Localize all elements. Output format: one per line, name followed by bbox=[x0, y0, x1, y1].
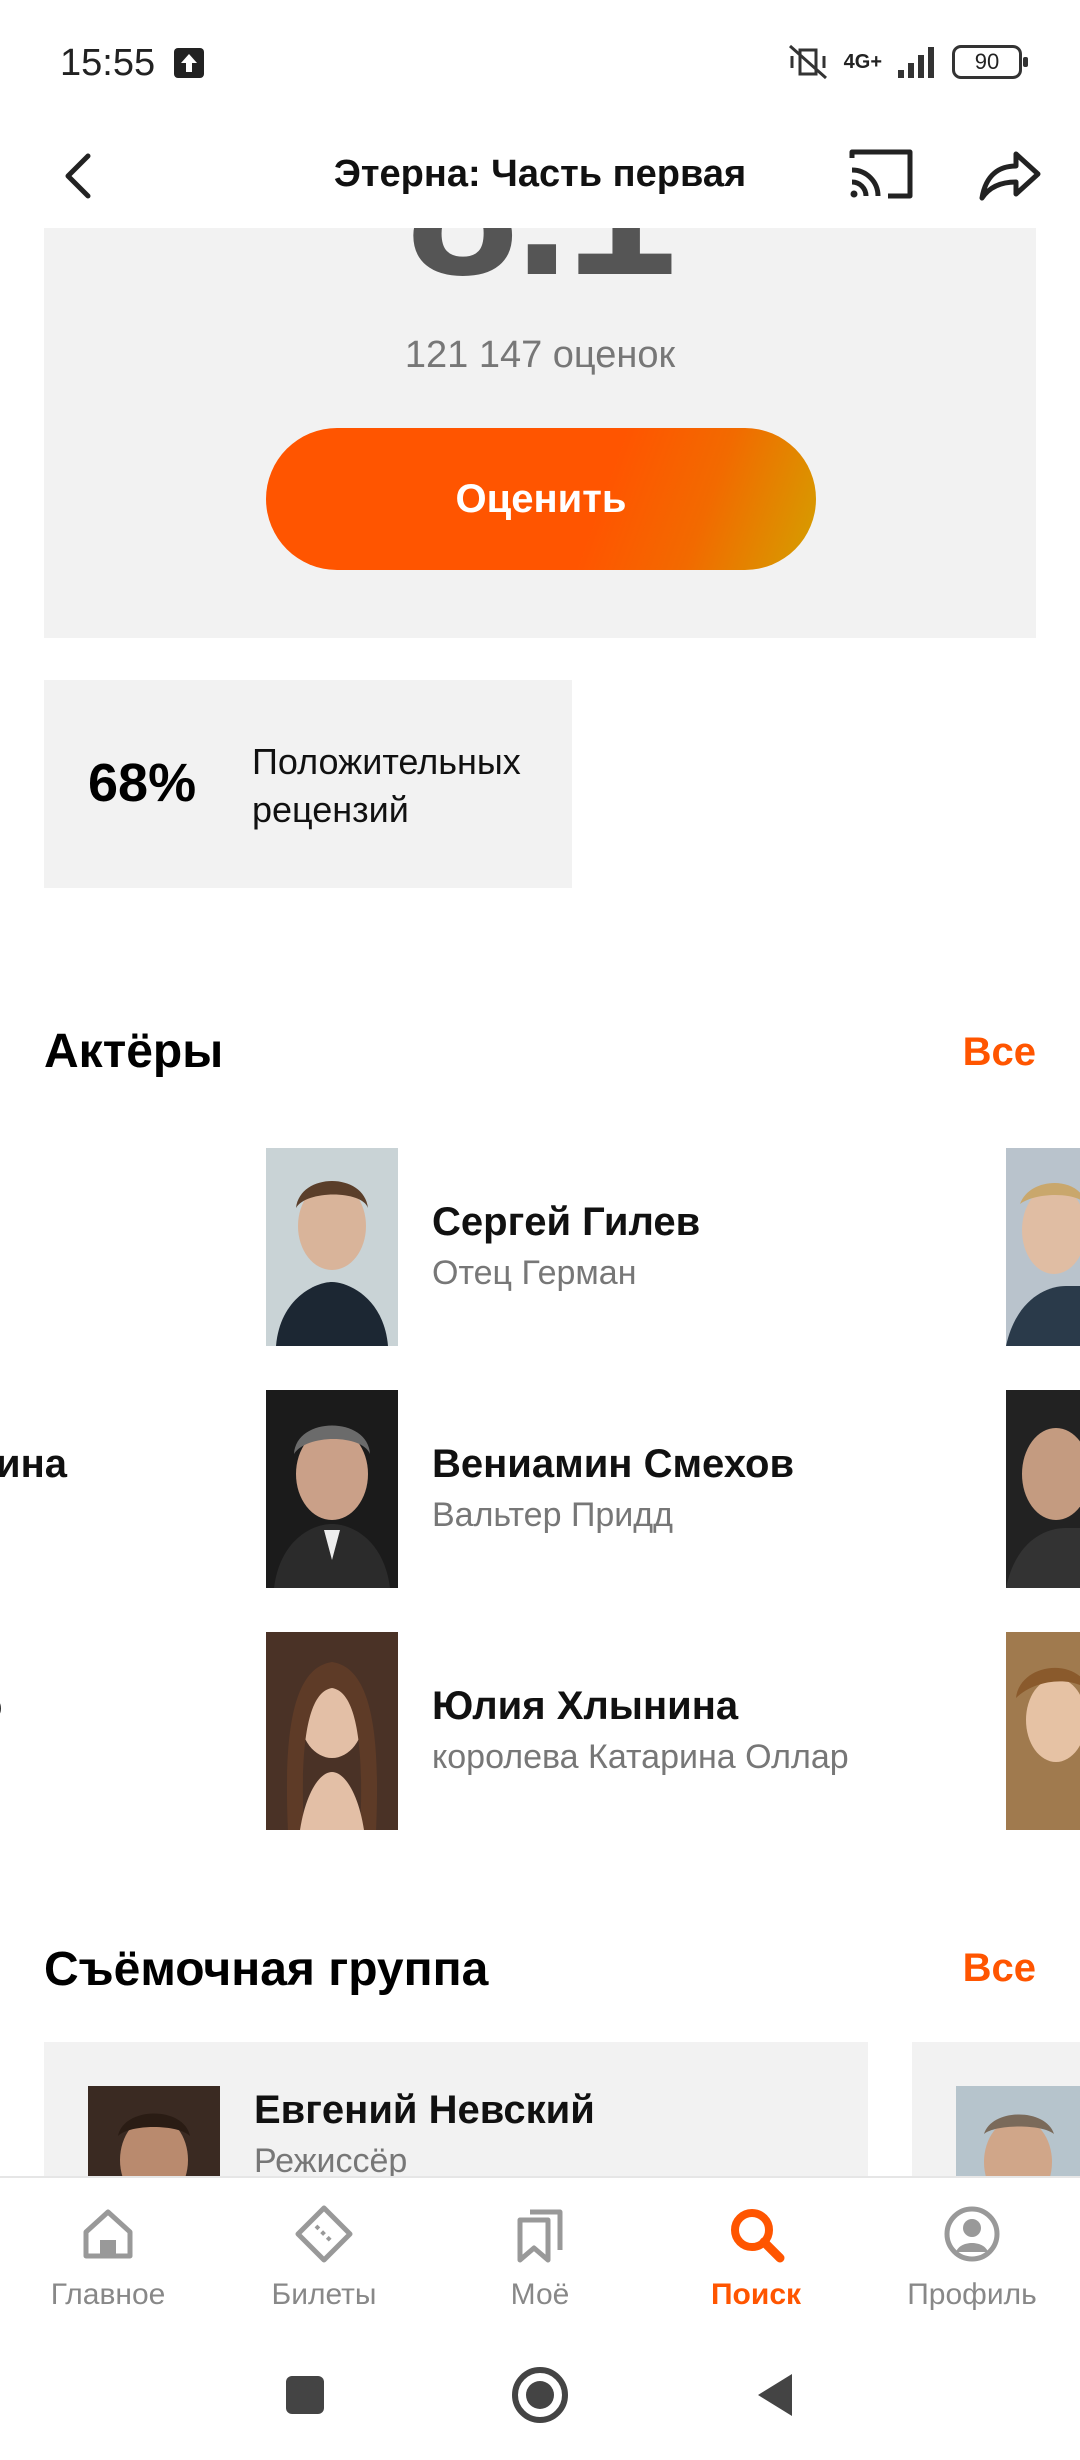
actor-name: Юлия Хлынина bbox=[432, 1684, 739, 1728]
actor-photo-partial[interactable] bbox=[1006, 1390, 1080, 1588]
actor-left-fragment[interactable]: о bbox=[0, 1684, 2, 1729]
share-button[interactable] bbox=[972, 136, 1052, 216]
nav-item-home[interactable]: Главное bbox=[0, 2178, 216, 2334]
nav-item-search[interactable]: Поиск bbox=[648, 2178, 864, 2334]
top-app-bar: Этерна: Часть первая bbox=[0, 128, 1080, 228]
actor-role: Вальтер Придд bbox=[432, 1496, 673, 1534]
reviews-card[interactable]: 68% Положительных рецензий bbox=[44, 680, 572, 888]
nav-label-mine: Моё bbox=[510, 2278, 570, 2311]
nav-item-profile[interactable]: Профиль bbox=[864, 2178, 1080, 2334]
crew-section-title: Съёмочная группа bbox=[44, 1943, 489, 1996]
actor-photo bbox=[266, 1632, 398, 1830]
actor-photo-partial[interactable] bbox=[1006, 1632, 1080, 1830]
actor-photo bbox=[266, 1390, 398, 1588]
search-icon bbox=[731, 2209, 785, 2263]
nav-label-home: Главное bbox=[50, 2278, 166, 2311]
status-icons: 4G+ 90 bbox=[786, 40, 1028, 84]
nav-label-profile: Профиль bbox=[907, 2278, 1037, 2311]
network-type: 4G+ bbox=[843, 51, 882, 73]
actor-photo-partial[interactable] bbox=[1006, 1148, 1080, 1346]
crew-name: Евгений Невский bbox=[254, 2088, 595, 2132]
cast-button[interactable] bbox=[846, 136, 926, 216]
actor-card[interactable]: Вениамин Смехов Вальтер Придд bbox=[266, 1390, 1006, 1590]
status-time: 15:55 bbox=[60, 42, 156, 84]
status-bar: 15:55 4G+ 90 bbox=[0, 0, 1080, 128]
bookmarks-icon bbox=[517, 2209, 563, 2263]
crew-all-link[interactable]: Все bbox=[963, 1946, 1036, 1991]
positive-reviews-percent: 68% bbox=[88, 753, 197, 813]
actor-name: Вениамин Смехов bbox=[432, 1442, 795, 1486]
votes-count: 121 147 оценок bbox=[404, 334, 676, 376]
profile-icon bbox=[944, 2206, 1000, 2262]
positive-reviews-label: Положительных рецензий bbox=[252, 741, 521, 830]
home-icon bbox=[83, 2209, 133, 2259]
system-back-button[interactable] bbox=[740, 2360, 810, 2430]
actor-card[interactable]: Юлия Хлынина королева Катарина Оллар bbox=[266, 1632, 1006, 1832]
rate-button[interactable]: Оценить bbox=[266, 428, 816, 570]
share-icon bbox=[979, 151, 1041, 201]
mute-vibrate-icon bbox=[788, 44, 827, 80]
actor-photo bbox=[266, 1148, 398, 1346]
actors-all-link[interactable]: Все bbox=[963, 1030, 1036, 1075]
actor-role: Отец Герман bbox=[432, 1254, 637, 1292]
actor-card[interactable]: Сергей Гилев Отец Герман bbox=[266, 1148, 1006, 1348]
upload-notification-icon bbox=[174, 48, 204, 78]
actor-role: королева Катарина Оллар bbox=[432, 1738, 849, 1776]
signal-icon bbox=[898, 47, 934, 78]
battery-icon: 90 bbox=[952, 45, 1028, 79]
actor-name: Сергей Гилев bbox=[432, 1200, 701, 1244]
crew-card-partial[interactable] bbox=[912, 2042, 1080, 2192]
nav-label-tickets: Билеты bbox=[271, 2278, 377, 2311]
recent-apps-button[interactable] bbox=[270, 2360, 340, 2430]
bottom-navigation: Главное Билеты Моё Поиск Профиль bbox=[0, 2176, 1080, 2332]
rating-score: 8.1 bbox=[44, 226, 1036, 306]
nav-label-search: Поиск bbox=[710, 2278, 802, 2311]
rating-card: 8.1 121 147 оценок Оценить bbox=[44, 226, 1036, 638]
nav-item-tickets[interactable]: Билеты bbox=[216, 2178, 432, 2334]
actors-section-title: Актёры bbox=[44, 1025, 224, 1078]
cast-icon bbox=[849, 149, 913, 199]
nav-item-mine[interactable]: Моё bbox=[432, 2178, 648, 2334]
ticket-icon bbox=[295, 2205, 353, 2263]
actor-left-fragment[interactable]: ина bbox=[0, 1442, 67, 1487]
system-navigation-bar bbox=[0, 2332, 1080, 2460]
home-button[interactable] bbox=[505, 2360, 575, 2430]
crew-card[interactable]: Евгений Невский Режиссёр bbox=[44, 2042, 868, 2192]
battery-level: 90 bbox=[974, 49, 1000, 74]
